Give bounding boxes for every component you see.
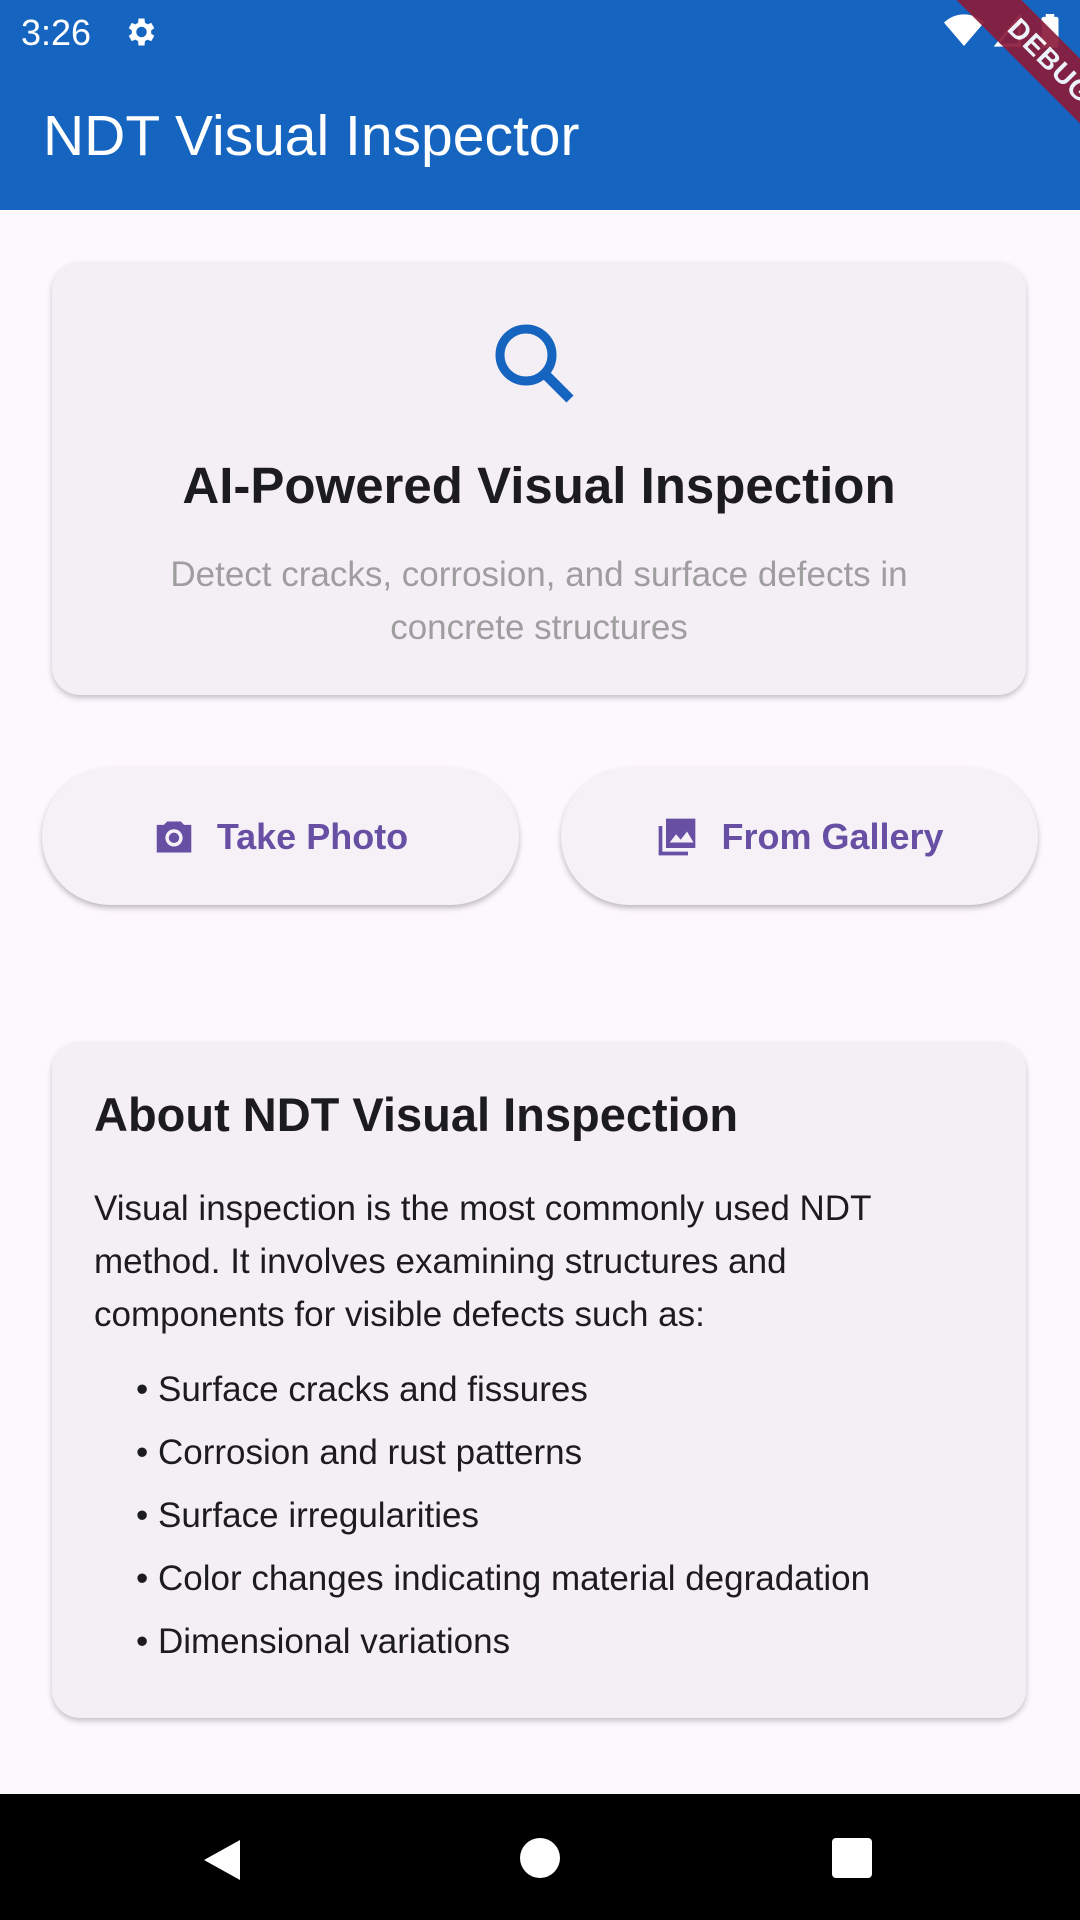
search-icon bbox=[495, 324, 574, 403]
list-item: • Color changes indicating material degr… bbox=[136, 1559, 871, 1598]
take-photo-button[interactable]: Take Photo bbox=[42, 768, 519, 905]
about-title: About NDT Visual Inspection bbox=[94, 1088, 739, 1141]
from-gallery-label: From Gallery bbox=[721, 815, 944, 857]
home-icon[interactable] bbox=[520, 1838, 560, 1878]
about-description: Visual inspection is the most commonly u… bbox=[94, 1189, 871, 1334]
gallery-icon bbox=[659, 818, 696, 855]
settings-gear-icon bbox=[128, 18, 155, 46]
camera-icon bbox=[156, 820, 192, 853]
hero-subtitle: Detect cracks, corrosion, and surface de… bbox=[170, 555, 908, 647]
back-icon[interactable] bbox=[200, 1836, 248, 1884]
list-item: • Surface cracks and fissures bbox=[136, 1370, 588, 1409]
defect-list: • Surface cracks and fissures • Corrosio… bbox=[136, 1358, 870, 1673]
list-item: • Surface irregularities bbox=[136, 1496, 479, 1535]
recents-icon[interactable] bbox=[832, 1838, 872, 1878]
list-item: • Corrosion and rust patterns bbox=[136, 1433, 583, 1472]
hero-title: AI-Powered Visual Inspection bbox=[182, 457, 896, 514]
take-photo-label: Take Photo bbox=[216, 815, 409, 857]
status-time: 3:26 bbox=[21, 12, 92, 53]
app-bar: 3:26 NDT Visual Inspector DEBUG bbox=[0, 0, 1080, 210]
app-title: NDT Visual Inspector bbox=[43, 104, 580, 168]
from-gallery-button[interactable]: From Gallery bbox=[561, 768, 1038, 905]
list-item: • Dimensional variations bbox=[136, 1622, 511, 1661]
